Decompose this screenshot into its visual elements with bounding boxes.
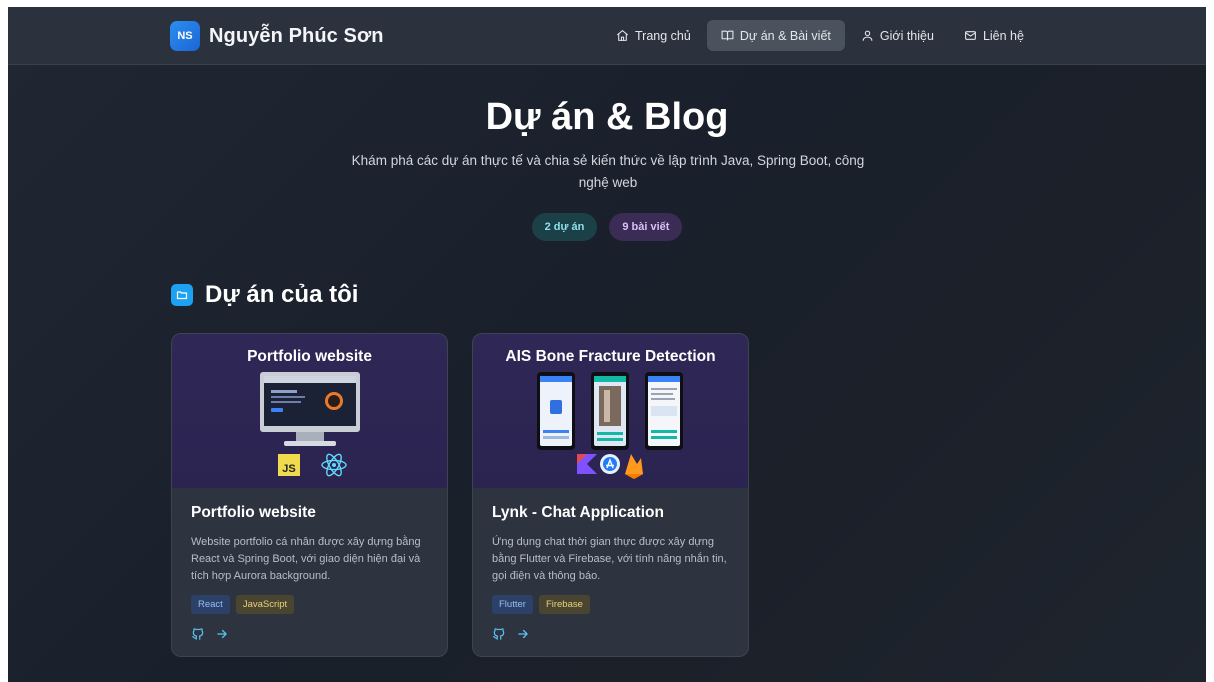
github-icon[interactable] bbox=[191, 627, 205, 641]
firebase-icon bbox=[625, 454, 643, 479]
folder-icon bbox=[171, 284, 193, 306]
card-title[interactable]: Lynk - Chat Application bbox=[492, 504, 729, 522]
posts-count-badge[interactable]: 9 bài viết bbox=[609, 213, 683, 241]
tag: React bbox=[191, 595, 230, 614]
book-icon bbox=[721, 30, 734, 41]
card-body: Portfolio website Website portfolio cá n… bbox=[172, 488, 447, 655]
stats-pills: 2 dự án 9 bài viết bbox=[8, 213, 1206, 241]
github-icon[interactable] bbox=[492, 627, 506, 641]
nav-item-contact[interactable]: Liên hệ bbox=[950, 20, 1038, 51]
card-description: Website portfolio cá nhân được xây dựng … bbox=[191, 536, 421, 582]
nav-label: Giới thiệu bbox=[879, 28, 934, 43]
react-icon bbox=[321, 453, 347, 477]
project-card[interactable]: AIS Bone Fracture Detection Lynk - Chat … bbox=[472, 333, 749, 657]
project-thumbnail: Portfolio website JS bbox=[172, 334, 447, 488]
nav-label: Dự án & Bài viết bbox=[739, 28, 831, 43]
projects-count-badge[interactable]: 2 dự án bbox=[531, 213, 598, 241]
kotlin-icon bbox=[577, 454, 597, 474]
tag: JavaScript bbox=[235, 595, 295, 614]
monitor-illustration: JS bbox=[260, 372, 360, 477]
nav-item-home[interactable]: Trang chủ bbox=[602, 20, 705, 51]
project-thumbnail: AIS Bone Fracture Detection bbox=[473, 334, 748, 488]
brand[interactable]: NS Nguyễn Phúc Sơn bbox=[170, 21, 384, 51]
project-card[interactable]: Portfolio website JS Portfolio website W… bbox=[171, 333, 448, 657]
projects-section-header: Dự án của tôi bbox=[171, 281, 358, 309]
card-description: Ứng dụng chat thời gian thực được xây dự… bbox=[492, 536, 727, 582]
page-title: Dự án & Blog bbox=[485, 96, 729, 138]
user-icon bbox=[862, 30, 873, 41]
brand-logo: NS bbox=[170, 21, 200, 51]
tag-list: React JavaScript bbox=[191, 595, 428, 614]
tag: Firebase bbox=[538, 595, 590, 614]
page-subtitle: Khám phá các dự án thực tế và chia sẻ ki… bbox=[351, 153, 865, 190]
phones-illustration bbox=[537, 372, 683, 479]
arrow-right-icon[interactable] bbox=[215, 627, 229, 641]
card-links bbox=[191, 627, 428, 641]
arrow-right-icon[interactable] bbox=[516, 627, 530, 641]
tag-list: Flutter Firebase bbox=[492, 595, 729, 614]
navbar: NS Nguyễn Phúc Sơn Trang chủ Dự án & Bài… bbox=[8, 7, 1206, 65]
card-body: Lynk - Chat Application Ứng dụng chat th… bbox=[473, 488, 748, 655]
mail-icon bbox=[965, 31, 976, 40]
page-viewport: NS Nguyễn Phúc Sơn Trang chủ Dự án & Bài… bbox=[8, 7, 1206, 682]
svg-text:JS: JS bbox=[282, 463, 295, 475]
card-links bbox=[492, 627, 729, 641]
nav-label: Liên hệ bbox=[982, 28, 1024, 43]
section-title: Dự án của tôi bbox=[205, 281, 359, 308]
home-icon bbox=[617, 30, 628, 41]
card-title[interactable]: Portfolio website bbox=[191, 504, 428, 522]
main-nav: Trang chủ Dự án & Bài viết Giới thiệu Li… bbox=[602, 20, 1040, 51]
tag: Flutter bbox=[492, 595, 533, 614]
nav-item-projects-blog[interactable]: Dự án & Bài viết bbox=[706, 20, 845, 51]
nav-item-about[interactable]: Giới thiệu bbox=[847, 20, 948, 51]
javascript-icon: JS bbox=[278, 454, 300, 476]
app-store-icon bbox=[600, 454, 620, 474]
brand-name: Nguyễn Phúc Sơn bbox=[209, 24, 384, 47]
nav-label: Trang chủ bbox=[635, 28, 691, 43]
